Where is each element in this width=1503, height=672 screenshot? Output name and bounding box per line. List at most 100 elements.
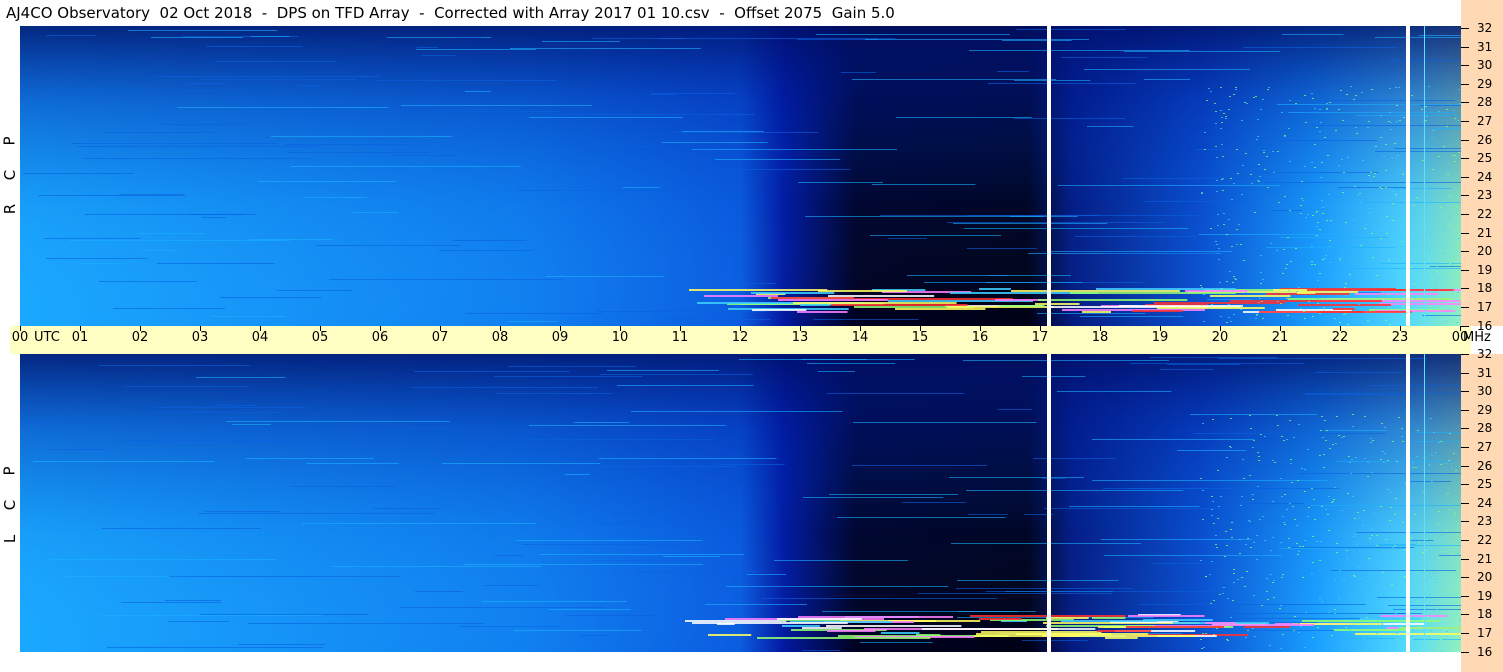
spectrogram-speckle (1212, 419, 1214, 420)
time-tick-label: 19 (1151, 330, 1169, 345)
spectrogram-streak (1153, 563, 1241, 564)
spectrogram-speckle (1390, 122, 1392, 123)
spectrogram-streak (1393, 609, 1461, 610)
spectrogram-speckle (1452, 155, 1454, 156)
spectrogram-streak (829, 494, 958, 495)
spectrogram-speckle (1436, 609, 1438, 610)
spectrogram-streak (1305, 394, 1403, 395)
spectrogram-speckle (1258, 181, 1260, 182)
spectrogram-streak (316, 245, 461, 246)
spectrogram-speckle (1368, 212, 1370, 213)
spectrogram-speckle (1325, 440, 1327, 441)
frequency-tick (1461, 614, 1469, 616)
spectrogram-speckle (1348, 456, 1350, 457)
spectrogram-speckle (1285, 268, 1287, 269)
spectrogram-streak (1413, 639, 1461, 640)
spectrogram-speckle (1280, 542, 1282, 543)
data-gap-line (1406, 354, 1410, 652)
spectrogram-speckle (1454, 161, 1456, 162)
spectrogram-speckle (1256, 315, 1258, 316)
spectrogram-emission (798, 616, 953, 618)
spectrogram-speckle (1316, 226, 1318, 227)
spectrogram-speckle (1236, 229, 1238, 230)
spectrogram-streak (522, 544, 683, 545)
spectrogram-streak (762, 598, 998, 599)
spectrogram-streak (670, 132, 819, 133)
data-gap-line (1406, 26, 1410, 326)
spectrogram-speckle (1401, 310, 1403, 311)
spectrogram-speckle (1359, 193, 1361, 194)
spectrogram-speckle (1430, 576, 1432, 577)
spectrogram-speckle (1436, 579, 1438, 580)
spectrogram-speckle (1202, 423, 1204, 424)
spectrogram-speckle (1242, 165, 1244, 166)
spectrogram-speckle (1359, 264, 1361, 265)
spectrogram-speckle (1446, 126, 1448, 127)
spectrogram-speckle (1300, 308, 1302, 309)
spectrogram-speckle (1257, 136, 1259, 137)
spectrogram-speckle (1230, 178, 1232, 179)
spectrogram-emission (916, 634, 941, 636)
lcp-frequency-axis: 32 31 30 29 28 27 26 25 24 23 22 21 20 19 18 17 16 (1461, 348, 1503, 672)
spectrogram-speckle (1311, 261, 1313, 262)
spectrogram-streak (128, 30, 278, 31)
spectrogram-streak (818, 371, 855, 372)
spectrogram-streak (1337, 461, 1453, 462)
spectrogram-speckle (1202, 519, 1204, 520)
spectrogram-speckle (1353, 575, 1355, 576)
spectrogram-speckle (1336, 543, 1338, 544)
spectrogram-streak (514, 630, 642, 631)
spectrogram-speckle (1443, 195, 1445, 196)
spectrogram-speckle (1418, 629, 1420, 630)
spectrogram-speckle (1393, 249, 1395, 250)
spectrogram-speckle (1307, 449, 1309, 450)
spectrogram-streak (614, 513, 667, 514)
spectrogram-speckle (1276, 250, 1278, 251)
spectrogram-streak (1311, 125, 1461, 126)
spectrogram-speckle (1270, 574, 1272, 575)
spectrogram-streak (466, 313, 604, 314)
spectrogram-speckle (1351, 459, 1353, 460)
spectrogram-speckle (1331, 502, 1333, 503)
spectrogram-speckle (1260, 255, 1262, 256)
spectrogram-speckle (1273, 172, 1275, 173)
spectrogram-streak (1324, 430, 1388, 431)
frequency-tick (1461, 484, 1469, 486)
spectrogram-streak (187, 83, 229, 84)
spectrogram-speckle (1237, 579, 1239, 580)
spectrogram-streak (99, 365, 250, 366)
spectrogram-emission (1334, 629, 1412, 631)
spectrogram-streak (508, 321, 558, 322)
spectrogram-speckle (1449, 590, 1451, 591)
spectrogram-speckle (1202, 490, 1204, 491)
spectrogram-streak (517, 190, 709, 191)
spectrogram-speckle (1262, 516, 1264, 517)
frequency-tick-label: 17 (1477, 300, 1493, 314)
spectrogram-speckle (1323, 467, 1325, 468)
spectrogram-speckle (1438, 111, 1440, 112)
spectrogram-speckle (1302, 577, 1304, 578)
spectrogram-speckle (1433, 522, 1435, 523)
spectrogram-speckle (1332, 444, 1334, 445)
spectrogram-streak (288, 152, 430, 153)
spectrogram-speckle (1345, 313, 1347, 314)
spectrogram-speckle (1368, 261, 1370, 262)
spectrogram-streak (258, 181, 397, 182)
spectrogram-speckle (1458, 542, 1460, 543)
spectrogram-speckle (1443, 253, 1445, 254)
spectrogram-speckle (1312, 536, 1314, 537)
spectrogram-speckle (1256, 559, 1258, 560)
spectrogram-streak (872, 184, 976, 185)
spectrogram-speckle (1441, 651, 1443, 652)
spectrogram-speckle (1266, 156, 1268, 157)
spectrogram-streak (574, 422, 630, 423)
spectrogram-speckle (1240, 505, 1242, 506)
spectrogram-speckle (1272, 151, 1274, 152)
spectrogram-speckle (1269, 645, 1271, 646)
spectrogram-streak (442, 463, 601, 464)
time-tick-label: 00 (1451, 330, 1469, 345)
frequency-tick (1461, 65, 1469, 67)
spectrogram-speckle (1393, 259, 1395, 260)
spectrogram-speckle (1360, 202, 1362, 203)
spectrogram-speckle (1371, 233, 1373, 234)
